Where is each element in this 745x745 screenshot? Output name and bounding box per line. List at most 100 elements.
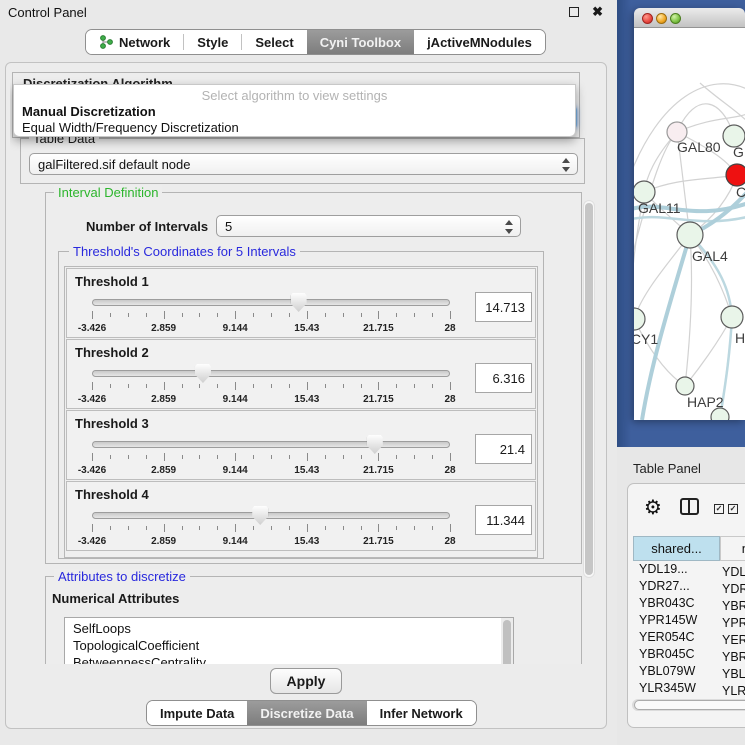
tick-mark — [92, 311, 93, 319]
cell-shared-name[interactable]: YBL079W — [633, 664, 718, 678]
slider-track[interactable] — [92, 441, 450, 448]
tick-mark — [450, 524, 451, 532]
tab-discretize-data[interactable]: Discretize Data — [247, 701, 366, 725]
table-row[interactable]: YBR045CYBR0 — [633, 647, 745, 664]
network-window-titlebar[interactable] — [634, 8, 745, 28]
threshold-value-field[interactable]: 11.344 — [475, 505, 532, 535]
content-vertical-scrollbar[interactable] — [583, 200, 595, 578]
table-horizontal-scrollbar[interactable] — [632, 699, 745, 711]
attribute-list-item[interactable]: SelfLoops — [65, 620, 513, 637]
slider-thumb-icon[interactable] — [195, 364, 211, 383]
tab-network[interactable]: Network — [86, 30, 183, 54]
cell-name[interactable]: YBR0 — [718, 650, 745, 664]
tick-mark — [361, 313, 362, 317]
cell-shared-name[interactable]: YER054C — [633, 630, 718, 644]
algorithm-prompt-item[interactable]: Select algorithm to view settings — [14, 88, 575, 103]
table-row[interactable]: YDL19...YDL1 — [633, 562, 745, 579]
threshold-rows-container: Threshold 1 -3.4262.8599.14415.4321.7152… — [64, 266, 538, 558]
slider-track[interactable] — [92, 299, 450, 306]
apply-button[interactable]: Apply — [270, 668, 342, 694]
algorithm-option-equal-width[interactable]: Equal Width/Frequency Discretization — [22, 120, 239, 135]
scrollbar-thumb[interactable] — [503, 620, 511, 664]
cell-name[interactable]: YPR1 — [718, 616, 745, 630]
threshold-slider[interactable]: -3.4262.8599.14415.4321.71528 — [92, 506, 450, 546]
tick-mark — [378, 453, 379, 461]
column-header-shared-name[interactable]: shared... — [633, 536, 720, 561]
network-node[interactable] — [726, 164, 745, 186]
network-node[interactable] — [711, 408, 729, 420]
cell-name[interactable]: YER0 — [718, 633, 745, 647]
cell-shared-name[interactable]: YBR045C — [633, 647, 718, 661]
tick-mark — [450, 453, 451, 461]
tick-mark — [235, 524, 236, 532]
tick-mark — [235, 382, 236, 390]
columns-icon[interactable] — [680, 498, 699, 515]
slider-track[interactable] — [92, 512, 450, 519]
attribute-list-item[interactable]: TopologicalCoefficient — [65, 637, 513, 654]
checkbox-icon[interactable]: ✓ — [714, 504, 724, 514]
cell-name[interactable]: YBR0 — [718, 599, 745, 613]
tab-cyni-toolbox[interactable]: Cyni Toolbox — [307, 30, 414, 54]
threshold-slider[interactable]: -3.4262.8599.14415.4321.71528 — [92, 293, 450, 333]
zoom-traffic-light-icon[interactable] — [670, 13, 681, 24]
network-node-label: GAL4 — [692, 248, 728, 264]
table-row[interactable]: YPR145WYPR1 — [633, 613, 745, 630]
table-data-combobox[interactable]: galFiltered.sif default node — [29, 153, 578, 175]
table-panel-title: Table Panel — [633, 461, 701, 476]
scrollbar-thumb[interactable] — [634, 700, 745, 710]
threshold-row: Threshold 4 -3.4262.8599.14415.4321.7152… — [66, 481, 536, 551]
cell-name[interactable]: YLR3 — [718, 684, 745, 698]
network-node[interactable] — [676, 377, 694, 395]
algorithm-option-manual[interactable]: Manual Discretization — [22, 104, 156, 119]
tab-style[interactable]: Style — [184, 30, 241, 54]
network-node[interactable] — [721, 306, 743, 328]
tick-label: 15.43 — [294, 465, 319, 476]
tick-mark — [343, 526, 344, 530]
cell-name[interactable]: YDL1 — [718, 565, 745, 579]
tab-jactivemnodules[interactable]: jActiveMNodules — [414, 30, 545, 54]
slider-track[interactable] — [92, 370, 450, 377]
scrollbar-thumb[interactable] — [585, 203, 593, 575]
tab-infer-network[interactable]: Infer Network — [367, 701, 476, 725]
threshold-value-field[interactable]: 14.713 — [475, 292, 532, 322]
table-row[interactable]: YER054CYER0 — [633, 630, 745, 647]
threshold-slider[interactable]: -3.4262.8599.14415.4321.71528 — [92, 435, 450, 475]
table-row[interactable]: YLR345WYLR3 — [633, 681, 745, 698]
network-node[interactable] — [677, 222, 703, 248]
tick-label: -3.426 — [78, 394, 106, 405]
table-row[interactable]: YBR043CYBR0 — [633, 596, 745, 613]
gear-icon[interactable]: ⚙ — [644, 495, 662, 519]
attributes-list-scrollbar[interactable] — [501, 618, 513, 664]
attribute-list-item[interactable]: BetweennessCentrality — [65, 654, 513, 664]
slider-thumb-icon[interactable] — [252, 506, 268, 525]
cell-name[interactable]: YDR2 — [718, 582, 745, 596]
number-of-intervals-combobox[interactable]: 5 — [216, 215, 521, 237]
minimize-traffic-light-icon[interactable] — [656, 13, 667, 24]
checkbox-icon[interactable]: ✓ — [728, 504, 738, 514]
network-tree-icon — [99, 35, 114, 49]
bottom-tab-bar: Impute Data Discretize Data Infer Networ… — [146, 700, 477, 726]
cell-shared-name[interactable]: YPR145W — [633, 613, 718, 627]
cell-shared-name[interactable]: YDR27... — [633, 579, 718, 593]
tab-select[interactable]: Select — [242, 30, 306, 54]
network-canvas[interactable]: GAL80GCGAL11GAL4GCY1HHAP2 — [634, 28, 745, 420]
slider-thumb-icon[interactable] — [367, 435, 383, 454]
network-node[interactable] — [634, 308, 645, 330]
column-header-name[interactable]: n — [720, 536, 745, 561]
close-traffic-light-icon[interactable] — [642, 13, 653, 24]
threshold-value-field[interactable]: 6.316 — [475, 363, 532, 393]
cell-name[interactable]: YBL0 — [718, 667, 745, 681]
tab-impute-data[interactable]: Impute Data — [147, 701, 247, 725]
network-node-label: GAL80 — [677, 139, 721, 155]
float-window-icon[interactable] — [569, 7, 579, 17]
cell-shared-name[interactable]: YBR043C — [633, 596, 718, 610]
table-row[interactable]: YBL079WYBL0 — [633, 664, 745, 681]
cell-shared-name[interactable]: YDL19... — [633, 562, 718, 576]
tick-mark — [253, 313, 254, 317]
slider-thumb-icon[interactable] — [291, 293, 307, 312]
cell-shared-name[interactable]: YLR345W — [633, 681, 718, 695]
table-row[interactable]: YDR27...YDR2 — [633, 579, 745, 596]
threshold-slider[interactable]: -3.4262.8599.14415.4321.71528 — [92, 364, 450, 404]
close-icon[interactable]: ✖ — [592, 4, 603, 20]
threshold-value-field[interactable]: 21.4 — [475, 434, 532, 464]
